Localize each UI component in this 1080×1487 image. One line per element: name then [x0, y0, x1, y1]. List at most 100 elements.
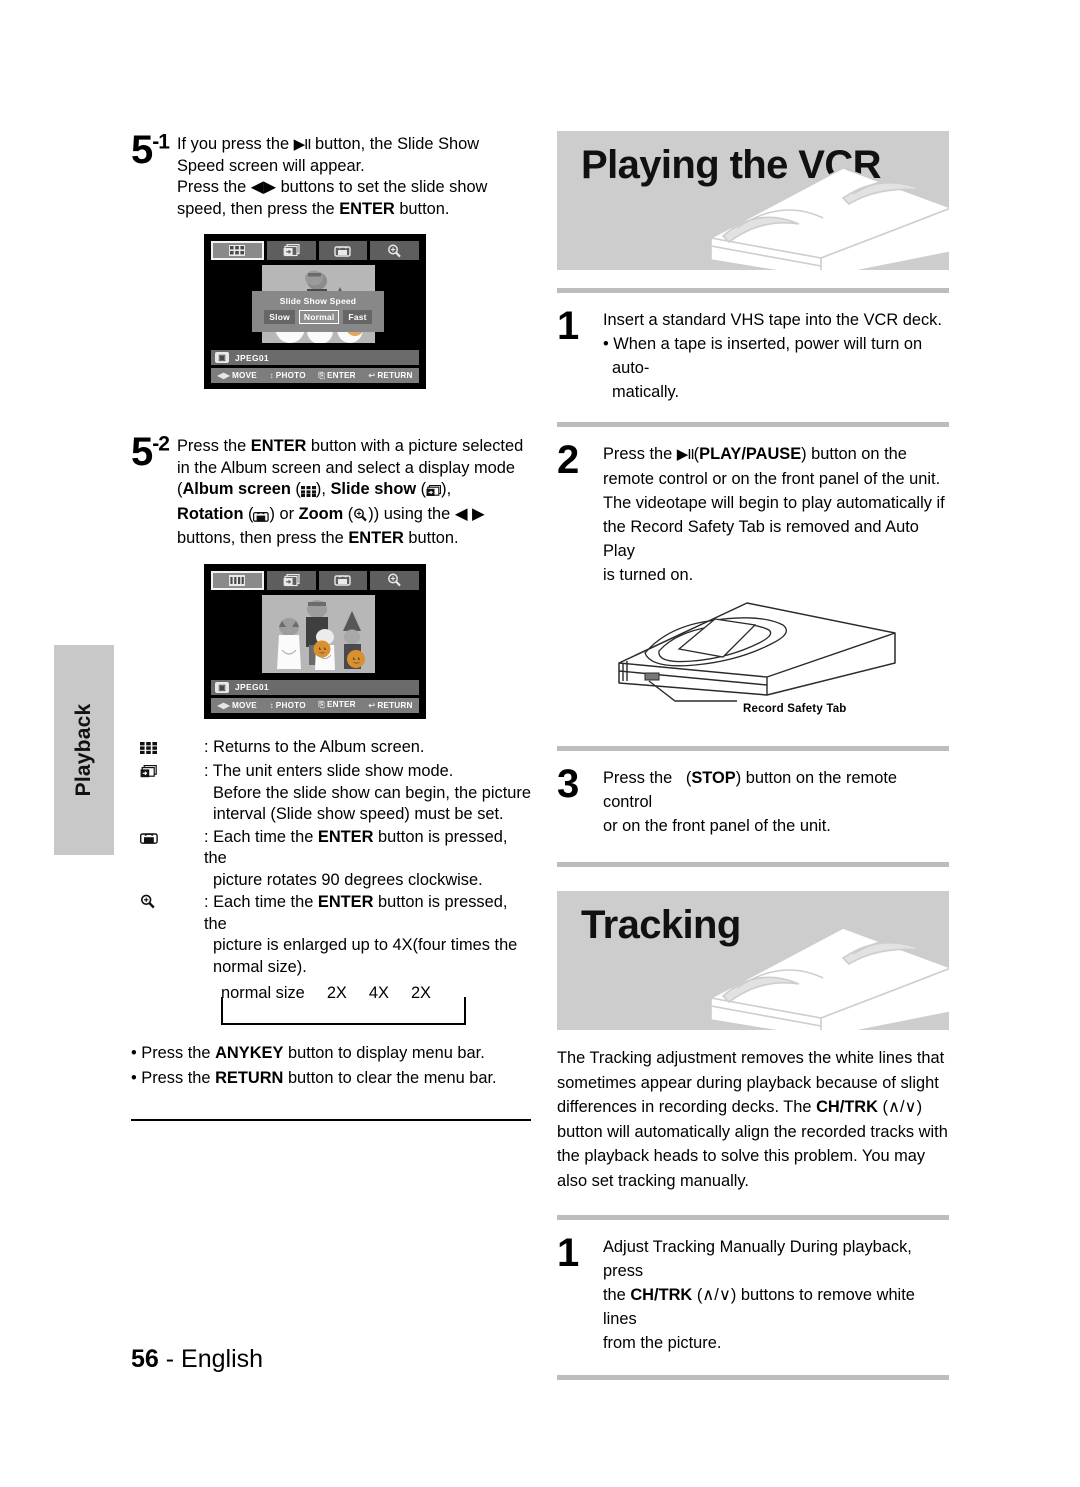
tracking-step-1: 1 Adjust Tracking Manually During playba…	[557, 1233, 949, 1355]
photo-file-icon: ▣	[215, 352, 229, 363]
step-5-2-line-1: Press the ENTER button with a picture se…	[177, 437, 524, 455]
legend-return-2: ↩ RETURN	[368, 700, 413, 710]
playing-step-2-text: Press the ▶II(PLAY/PAUSE) button on the …	[603, 441, 949, 587]
left-column-divider	[131, 1119, 531, 1121]
display-mode-key-list: : Returns to the Album screen. : The uni…	[131, 737, 531, 979]
slide-show-icon-key	[131, 761, 204, 785]
tracking-step-1-line-2: the CH/TRK (∧/∨) buttons to remove white…	[603, 1286, 915, 1328]
play-pause-icon-2: ▶II	[676, 446, 695, 463]
left-right-arrow-icon: ◀▶	[250, 178, 277, 196]
legend-return: ↩ RETURN	[368, 371, 413, 380]
rotation-icon[interactable]	[318, 241, 368, 260]
step-5-1-superscript: -1	[152, 130, 170, 154]
banner-tracking: Tracking	[557, 891, 949, 1030]
album-screen-icon[interactable]	[211, 241, 264, 260]
osd-file-name-2: JPEG01	[235, 682, 269, 692]
record-safety-tab-label: Record Safety Tab	[743, 703, 847, 715]
slide-show-icon[interactable]	[266, 241, 316, 260]
step-5-1: 5-1 If you press the ▶II button, the Sli…	[131, 128, 531, 220]
tracking-step-1-line-3: from the picture.	[603, 1334, 722, 1352]
osd-legend-bar-2: ◀▶ MOVE ↕ PHOTO ⎘ ENTER ↩ RETURN	[211, 697, 419, 713]
note-return: • Press the RETURN button to clear the m…	[131, 1069, 497, 1087]
key-row-zoom: : Each time the ENTER button is pressed,…	[131, 892, 531, 978]
key-text-rotation: : Each time the ENTER button is pressed,…	[204, 827, 531, 892]
playing-step-3: 3 Press the (STOP) button on the remote …	[557, 764, 949, 838]
divider-after-step-1	[557, 422, 949, 427]
slide-show-speed-title: Slide Show Speed	[279, 296, 357, 306]
divider-bottom-right	[557, 1375, 949, 1380]
updown-arrow-icon: ∧/∨	[888, 1098, 917, 1116]
footer-dash: -	[158, 1345, 182, 1373]
step-5-2-text: Press the ENTER button with a picture se…	[177, 433, 531, 550]
step-5-1-line-1: If you press the ▶II button, the Slide S…	[177, 135, 480, 153]
step-5-1-line-3: Press the ◀▶ buttons to set the slide sh…	[177, 178, 488, 196]
banner-playing-the-vcr: Playing the VCR	[557, 131, 949, 270]
key-text-slideshow-cont-2: interval (Slide show speed) must be set.	[213, 805, 504, 823]
rotation-icon-2[interactable]	[318, 570, 368, 590]
step-5-2: 5-2 Press the ENTER button with a pictur…	[131, 430, 531, 550]
speed-option-slow[interactable]: Slow	[264, 310, 295, 324]
vhs-tape-illustration	[710, 167, 949, 270]
tracking-step-1-line-1: Adjust Tracking Manually During playback…	[603, 1238, 912, 1280]
zoom-sequence-diagram: normal size 2X 4X 2X	[221, 984, 466, 1025]
slide-show-speed-dialog: Slide Show Speed Slow Normal Fast	[252, 291, 384, 332]
vhs-tape-illustration-2	[710, 927, 949, 1030]
slide-show-icon-inline	[426, 482, 442, 504]
step-5-1-line-2: Speed screen will appear.	[177, 156, 365, 175]
key-text-slideshow-main: : The unit enters slide show mode.	[204, 762, 454, 780]
album-screen-icon-key	[131, 737, 204, 761]
legend-enter-2: ⎘ ENTER	[318, 700, 356, 709]
page-number: 56	[131, 1345, 159, 1373]
playing-step-2-line-5: is turned on.	[603, 566, 694, 584]
step-5-2-line-4: Rotation () or Zoom ()) using the ◀ ▶	[177, 504, 531, 529]
step-5-2-number: 5-2	[131, 430, 170, 474]
divider-after-tracking-paragraph	[557, 1215, 949, 1220]
rotation-icon-inline	[253, 507, 270, 529]
key-text-zoom-cont-1: picture is enlarged up to 4X(four times …	[213, 936, 518, 954]
osd-toolbar	[211, 241, 419, 260]
key-text-slideshow-cont-1: Before the slide show can begin, the pic…	[213, 783, 531, 802]
playing-step-2: 2 Press the ▶II(PLAY/PAUSE) button on th…	[557, 438, 949, 587]
slide-show-icon-2[interactable]	[266, 570, 316, 590]
zoom-seq-2x-b: 2X	[410, 984, 431, 1002]
key-text-album: : Returns to the Album screen.	[204, 737, 425, 756]
playing-step-2-line-2: remote control or on the front panel of …	[603, 470, 941, 488]
zoom-icon[interactable]	[370, 241, 419, 260]
playing-step-2-line-1: Press the ▶II(PLAY/PAUSE) button on the	[603, 445, 907, 463]
osd-file-bar: ▣ JPEG01	[211, 350, 419, 365]
step-5-2-line-3: (Album screen (), Slide show (),	[177, 479, 531, 504]
key-row-slideshow: : The unit enters slide show mode. Befor…	[131, 761, 531, 826]
playing-step-2-line-3: The videotape will begin to play automat…	[603, 494, 945, 512]
playing-step-3-text: Press the (STOP) button on the remote co…	[603, 765, 949, 838]
playing-step-3-line-2: or on the front panel of the unit.	[603, 817, 831, 835]
key-text-rotation-cont-1: picture rotates 90 degrees clockwise.	[213, 870, 483, 889]
key-row-album: : Returns to the Album screen.	[131, 737, 531, 761]
zoom-seq-2x-a: 2X	[326, 984, 347, 1002]
osd-slideshow-speed-screenshot: Slide Show Speed Slow Normal Fast ▣ JPEG…	[204, 234, 426, 389]
right-column: Playing the VCR 1 Insert a standard VHS …	[557, 131, 949, 1380]
key-text-rotation-main: : Each time the ENTER button is pressed,…	[204, 827, 508, 868]
album-screen-icon-2[interactable]	[211, 570, 264, 590]
playing-step-1-number: 1	[557, 304, 579, 348]
osd-file-name: JPEG01	[235, 352, 269, 363]
playing-step-1-line-1: Insert a standard VHS tape into the VCR …	[603, 311, 942, 329]
step-5-1-number: 5-1	[131, 128, 170, 172]
osd-photo-thumbnail-2	[262, 594, 375, 673]
step-5-2-line-5: buttons, then press the ENTER button.	[177, 529, 459, 547]
speed-option-fast[interactable]: Fast	[343, 310, 372, 324]
page-footer: 56 - English	[131, 1345, 263, 1374]
speed-option-normal[interactable]: Normal	[298, 310, 340, 324]
osd-toolbar-2	[211, 570, 419, 590]
divider-after-tape-figure	[557, 746, 949, 751]
note-anykey: • Press the ANYKEY button to display men…	[131, 1044, 485, 1062]
key-row-rotation: : Each time the ENTER button is pressed,…	[131, 827, 531, 892]
legend-move: ◀▶ MOVE	[217, 371, 257, 380]
zoom-icon-2[interactable]	[370, 570, 419, 590]
album-screen-icon-inline	[300, 482, 316, 504]
page-language: English	[181, 1345, 264, 1373]
zoom-icon-key	[131, 892, 204, 916]
menu-bar-notes: • Press the ANYKEY button to display men…	[131, 1041, 531, 1091]
playing-step-2-number: 2	[557, 438, 579, 482]
vhs-cassette-diagram: Record Safety Tab	[597, 597, 937, 732]
step-5-1-line-4: speed, then press the ENTER button.	[177, 199, 450, 218]
